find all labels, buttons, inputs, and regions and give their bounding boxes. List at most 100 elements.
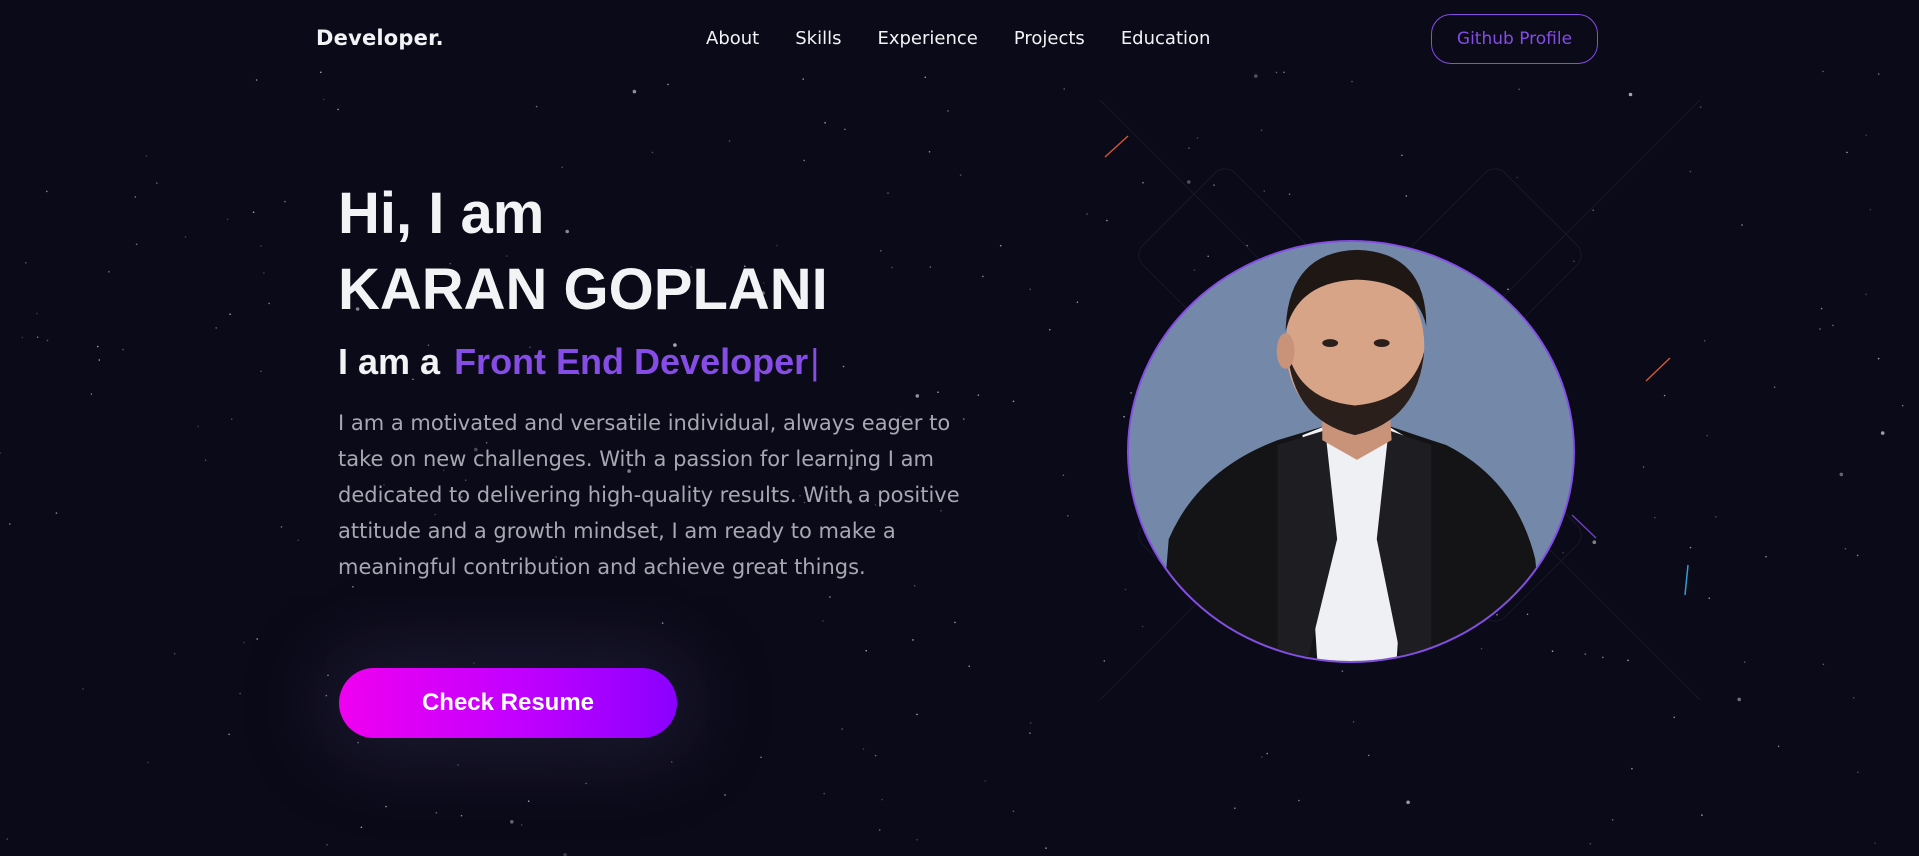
star [1103, 660, 1106, 662]
star [887, 192, 889, 194]
nav-link-about[interactable]: About [706, 28, 759, 49]
star [325, 694, 328, 697]
hero-greeting: Hi, I am [338, 181, 545, 246]
star [256, 638, 259, 640]
star [510, 820, 514, 824]
star [226, 218, 229, 221]
nav-link-education[interactable]: Education [1121, 28, 1211, 49]
star [1602, 656, 1604, 659]
star [632, 89, 637, 94]
star [1773, 386, 1776, 389]
nav-links: About Skills Experience Projects Educati… [706, 28, 1246, 49]
star [929, 266, 932, 268]
star [1689, 170, 1692, 173]
star [916, 713, 918, 716]
star [228, 733, 230, 736]
star [1551, 650, 1554, 652]
star [651, 151, 654, 154]
typing-cursor: | [810, 341, 820, 382]
star [670, 761, 673, 763]
star [243, 641, 245, 644]
star [260, 245, 262, 247]
star [457, 764, 459, 766]
star [1063, 88, 1065, 90]
star [260, 370, 262, 373]
star [1880, 431, 1885, 435]
star [1865, 293, 1867, 296]
star [1406, 800, 1410, 805]
star [1901, 404, 1904, 407]
star [1266, 752, 1268, 755]
star [460, 814, 463, 817]
star [122, 348, 124, 351]
star [1631, 767, 1633, 770]
star [1857, 771, 1859, 774]
star [1741, 224, 1743, 226]
star [912, 639, 914, 641]
star [1689, 546, 1692, 549]
site-logo[interactable]: Developer. [316, 26, 444, 50]
star [197, 425, 199, 428]
star [937, 391, 939, 394]
star [229, 313, 231, 316]
star [1822, 663, 1825, 666]
star [1401, 154, 1403, 157]
star [352, 586, 354, 588]
check-resume-button[interactable]: Check Resume [339, 668, 677, 738]
star [1193, 269, 1196, 271]
star [135, 243, 138, 246]
star [1142, 181, 1144, 184]
star [97, 345, 99, 348]
star [360, 826, 363, 829]
nav-link-projects[interactable]: Projects [1014, 28, 1085, 49]
star [1820, 307, 1823, 310]
nav-link-experience[interactable]: Experience [877, 28, 977, 49]
star [1260, 129, 1263, 131]
star [824, 122, 826, 124]
star [844, 128, 846, 131]
star [1341, 670, 1344, 672]
star [1012, 810, 1015, 813]
star [322, 98, 325, 101]
star [1856, 554, 1859, 557]
star [728, 140, 731, 142]
hero-role-line: I am a Front End Developer | [338, 341, 819, 383]
star [535, 105, 538, 108]
star [297, 539, 300, 541]
star [337, 108, 339, 111]
star [1589, 843, 1592, 845]
github-profile-button[interactable]: Github Profile [1431, 14, 1598, 64]
star [878, 829, 881, 831]
star [473, 662, 475, 664]
star [1846, 151, 1848, 154]
star [1298, 799, 1300, 802]
star [36, 336, 39, 339]
star [1592, 540, 1597, 544]
star [1012, 400, 1015, 403]
star [1123, 415, 1125, 418]
star [1869, 208, 1872, 211]
star [1642, 466, 1645, 468]
star [862, 748, 865, 750]
star [1699, 106, 1702, 108]
star [1573, 260, 1575, 263]
star [1049, 328, 1051, 331]
star [46, 190, 48, 193]
star [1130, 392, 1132, 394]
star [1496, 613, 1498, 616]
star [1352, 721, 1355, 723]
star [1507, 288, 1509, 291]
star [1777, 745, 1780, 748]
profile-photo-illustration [1129, 242, 1573, 661]
star [1516, 176, 1518, 179]
star [357, 741, 359, 744]
star [145, 155, 148, 157]
nav-link-skills[interactable]: Skills [795, 28, 841, 49]
hero-name: KARAN GOPLANI [338, 257, 828, 322]
star [108, 271, 110, 273]
star [1288, 193, 1291, 195]
star [1480, 648, 1483, 650]
star [1106, 219, 1108, 222]
star [6, 838, 8, 840]
star [1627, 659, 1629, 662]
